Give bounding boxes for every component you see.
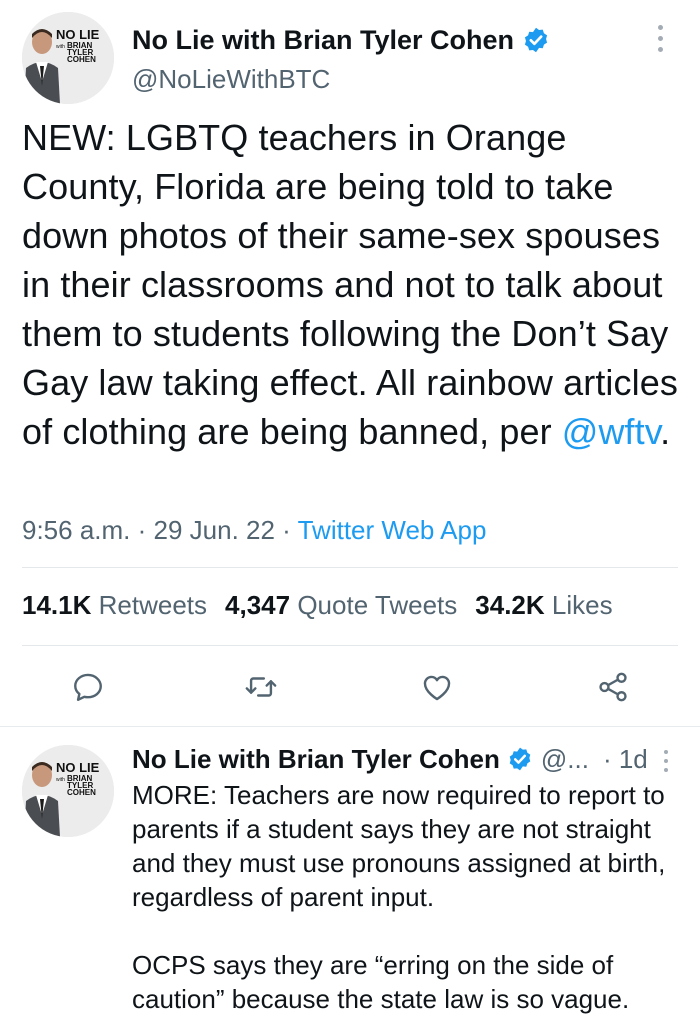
tweet-text: NEW: LGBTQ teachers in Orange County, Fl… [22, 113, 692, 456]
retweets-label: Retweets [98, 590, 208, 620]
retweets-count: 14.1K [22, 590, 92, 620]
quote-tweets-label: Quote Tweets [297, 590, 458, 620]
retweet-icon[interactable] [244, 670, 278, 704]
tweet-date[interactable]: 29 Jun. 22 [154, 515, 275, 545]
tweet-time[interactable]: 9:56 a.m. [22, 515, 130, 545]
tweet-source[interactable]: Twitter Web App [298, 515, 487, 545]
verified-badge-icon [522, 26, 550, 54]
reply-paragraph: OCPS says they are “erring on the side o… [132, 950, 630, 1014]
quote-tweets-count: 4,347 [225, 590, 291, 620]
avatar-logo-line4: COHEN [67, 788, 96, 797]
avatar-image: NO LIE with BRIAN TYLER COHEN [22, 12, 114, 104]
likes-label: Likes [551, 590, 613, 620]
author-name[interactable]: No Lie with Brian Tyler Cohen [132, 24, 514, 56]
reply-header: No Lie with Brian Tyler Cohen @... · 1d [132, 742, 680, 776]
meta-separator: · [274, 515, 298, 545]
tweet-stats: 14.1K Retweets 4,347 Quote Tweets 34.2K Li… [22, 590, 613, 621]
reply-time[interactable]: · 1d [603, 742, 648, 776]
reply-author-handle[interactable]: @... [541, 742, 589, 776]
reply-text: MORE: Teachers are now required to repor… [132, 778, 692, 1016]
avatar-logo-line1: NO LIE [56, 760, 100, 775]
retweets-stat[interactable]: 14.1K Retweets [22, 590, 207, 620]
avatar-logo-line4: COHEN [67, 55, 96, 64]
more-options-icon[interactable] [648, 22, 672, 56]
avatar-image: NO LIE with BRIAN TYLER COHEN [22, 745, 114, 837]
divider [0, 726, 700, 727]
mention-link[interactable]: @wftv [562, 411, 660, 452]
more-options-icon[interactable] [660, 748, 674, 776]
reply-paragraph: MORE: Teachers are now required to repor… [132, 780, 666, 912]
reply-author-name[interactable]: No Lie with Brian Tyler Cohen [132, 742, 500, 776]
avatar-logo-line1: NO LIE [56, 27, 100, 42]
author-handle[interactable]: @NoLieWithBTC [132, 64, 330, 95]
reply-icon[interactable] [71, 670, 105, 704]
likes-stat[interactable]: 34.2K Likes [475, 590, 612, 620]
share-icon[interactable] [596, 670, 630, 704]
quote-tweets-stat[interactable]: 4,347 Quote Tweets [225, 590, 457, 620]
author-avatar[interactable]: NO LIE with BRIAN TYLER COHEN [22, 12, 114, 104]
reply-author-avatar[interactable]: NO LIE with BRIAN TYLER COHEN [22, 745, 114, 837]
divider [22, 645, 678, 646]
tweet-body-end: . [660, 411, 671, 452]
tweet-body: NEW: LGBTQ teachers in Orange County, Fl… [22, 117, 678, 452]
avatar-logo-small: with [56, 777, 65, 783]
avatar-logo-small: with [56, 44, 65, 50]
verified-badge-icon [507, 746, 533, 772]
likes-count: 34.2K [475, 590, 545, 620]
like-icon[interactable] [420, 670, 454, 704]
meta-separator: · [130, 515, 154, 545]
divider [22, 567, 678, 568]
author-name-row[interactable]: No Lie with Brian Tyler Cohen [132, 24, 550, 56]
tweet-meta: 9:56 a.m. · 29 Jun. 22 · Twitter Web App [22, 515, 486, 546]
